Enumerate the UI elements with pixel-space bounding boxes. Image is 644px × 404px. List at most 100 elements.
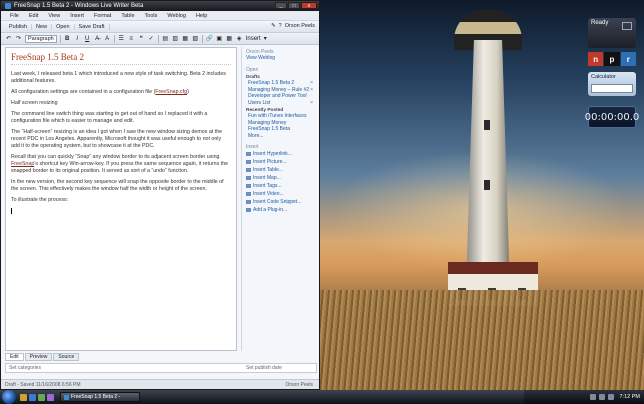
categories-field[interactable]: Set categories (9, 365, 41, 371)
menu-view[interactable]: View (43, 13, 65, 19)
menu-file[interactable]: File (5, 13, 24, 19)
bullet-list-icon[interactable]: ☰ (118, 35, 125, 42)
hyperlink-icon[interactable]: 🔗 (205, 35, 212, 42)
insert-dropdown[interactable]: Insert (246, 36, 261, 42)
underline-button[interactable]: U (84, 35, 91, 42)
calculator-gadget[interactable]: Calculator (588, 72, 636, 96)
npr-letter-r: r (620, 52, 636, 66)
draft-label: Developer and Power Tool Users List (248, 93, 307, 106)
sidebar-gadgets: Ready n p r Calculator 00:00:00.0 (585, 18, 639, 128)
volume-icon[interactable] (598, 394, 605, 400)
view-weblog-link[interactable]: View Weblog (246, 55, 313, 62)
taskbar-button-writer[interactable]: FreeSnap 1.5 Beta 2 - (60, 392, 140, 402)
tab-edit[interactable]: Edit (5, 353, 24, 361)
text-run: All configuration settings are contained… (11, 89, 156, 95)
italic-button[interactable]: I (74, 35, 81, 42)
insert-video-item[interactable]: Insert Video... (246, 190, 313, 198)
align-left-icon[interactable]: ▤ (162, 35, 169, 42)
publish-button[interactable]: Publish (5, 23, 33, 30)
folder-icon[interactable] (20, 393, 27, 401)
menu-table[interactable]: Table (116, 13, 139, 19)
publish-date-field[interactable]: Set publish date (246, 365, 282, 371)
title-bar[interactable]: FreeSnap 1.5 Beta 2 - Windows Live Write… (1, 1, 319, 11)
help-icon[interactable]: ? (279, 23, 282, 29)
style-select[interactable]: Paragraph (25, 34, 57, 43)
insert-hyperlink-item[interactable]: Insert Hyperlink... (246, 150, 313, 158)
post-paragraph: Recall that you can quickly “Snap” any w… (11, 154, 231, 175)
text-cursor-line (11, 208, 231, 217)
new-button[interactable]: New (32, 23, 53, 30)
blockquote-icon[interactable]: ❝ (138, 35, 145, 42)
close-button[interactable]: x (301, 2, 317, 9)
video-icon (246, 192, 251, 196)
menu-tools[interactable]: Tools (140, 13, 163, 19)
system-tray: 7:12 PM (524, 390, 644, 404)
open-header: Open (246, 67, 259, 73)
stopwatch-gadget[interactable]: 00:00:00.0 (585, 106, 639, 128)
insert-tags-item[interactable]: Insert Tags... (246, 182, 313, 190)
undo-icon[interactable]: ↶ (5, 35, 12, 42)
security-icon[interactable] (607, 394, 614, 400)
menu-weblog[interactable]: Weblog (162, 13, 191, 19)
post-paragraph: In the new version, the second key seque… (11, 179, 224, 192)
align-right-icon[interactable]: ▦ (182, 35, 189, 42)
menu-format[interactable]: Format (89, 13, 116, 19)
plugin-icon (246, 208, 251, 212)
numbered-list-icon[interactable]: ≡ (128, 35, 135, 42)
add-plugin-item[interactable]: Add a Plug-in... (246, 206, 313, 214)
code-icon (246, 200, 251, 204)
redo-icon[interactable]: ↷ (15, 35, 22, 42)
freesnap-link[interactable]: FreeSnap (11, 161, 34, 167)
network-icon[interactable] (589, 394, 596, 400)
post-title[interactable]: FreeSnap 1.5 Beta 2 (11, 52, 231, 65)
menu-help[interactable]: Help (191, 13, 212, 19)
bold-button[interactable]: B (64, 35, 71, 42)
draft-item[interactable]: Developer and Power Tool Users List × (246, 93, 313, 106)
strikethrough-icon[interactable]: A̶ (94, 35, 101, 42)
align-center-icon[interactable]: ▥ (172, 35, 179, 42)
open-button[interactable]: Open (52, 23, 75, 30)
pen-icon[interactable]: ✎ (271, 23, 276, 29)
table-icon[interactable]: ▦ (226, 35, 233, 42)
draft-label: FreeSnap 1.5 Beta 2 (248, 80, 295, 86)
npr-gadget[interactable]: n p r (588, 52, 636, 66)
font-color-icon[interactable]: A (104, 35, 111, 42)
account-dropdown[interactable]: Orson Peels (285, 23, 315, 29)
properties-bar: Set categories Set publish date (5, 363, 317, 373)
browser-icon[interactable] (29, 393, 36, 401)
insert-map-item[interactable]: Insert Map... (246, 174, 313, 182)
menu-edit[interactable]: Edit (24, 13, 43, 19)
calculator-display[interactable] (591, 84, 633, 93)
spellcheck-icon[interactable]: ✓ (148, 35, 155, 42)
post-editor[interactable]: FreeSnap 1.5 Beta 2 Last week, I release… (5, 47, 237, 351)
media-icon[interactable] (38, 393, 45, 401)
map-icon[interactable]: ◈ (236, 35, 243, 42)
picture-icon[interactable]: ▣ (216, 35, 223, 42)
main-toolbar: Publish New Open Save Draft ✎ ? Orson Pe… (1, 21, 319, 33)
npr-letter-p: p (604, 52, 620, 66)
start-button[interactable] (2, 390, 16, 404)
tab-preview[interactable]: Preview (24, 353, 53, 361)
menu-insert[interactable]: Insert (65, 13, 89, 19)
insert-label: Insert Table... (253, 167, 283, 173)
network-gadget[interactable]: Ready (588, 18, 636, 48)
window-controls: _ □ x (275, 2, 317, 9)
save-draft-button[interactable]: Save Draft (75, 23, 110, 30)
justify-icon[interactable]: ▧ (192, 35, 199, 42)
clock[interactable]: 7:12 PM (620, 394, 640, 400)
text-caret (11, 208, 12, 214)
config-file-link[interactable]: FreeSnap.cfg (155, 89, 187, 95)
insert-code-snippet-item[interactable]: Insert Code Snippet... (246, 198, 313, 206)
insert-picture-item[interactable]: Insert Picture... (246, 158, 313, 166)
editor-tabs: Edit Preview Source (5, 353, 80, 361)
minimize-button[interactable]: _ (275, 2, 287, 9)
more-link[interactable]: More... (246, 133, 313, 140)
menu-bar: File Edit View Insert Format Table Tools… (1, 11, 319, 21)
delete-icon[interactable]: × (310, 100, 313, 107)
insert-table-item[interactable]: Insert Table... (246, 166, 313, 174)
maximize-button[interactable]: □ (288, 2, 300, 9)
table-icon (246, 168, 251, 172)
chevron-down-icon[interactable]: ▾ (264, 35, 267, 42)
app-icon[interactable] (47, 393, 54, 401)
tab-source[interactable]: Source (53, 353, 80, 361)
